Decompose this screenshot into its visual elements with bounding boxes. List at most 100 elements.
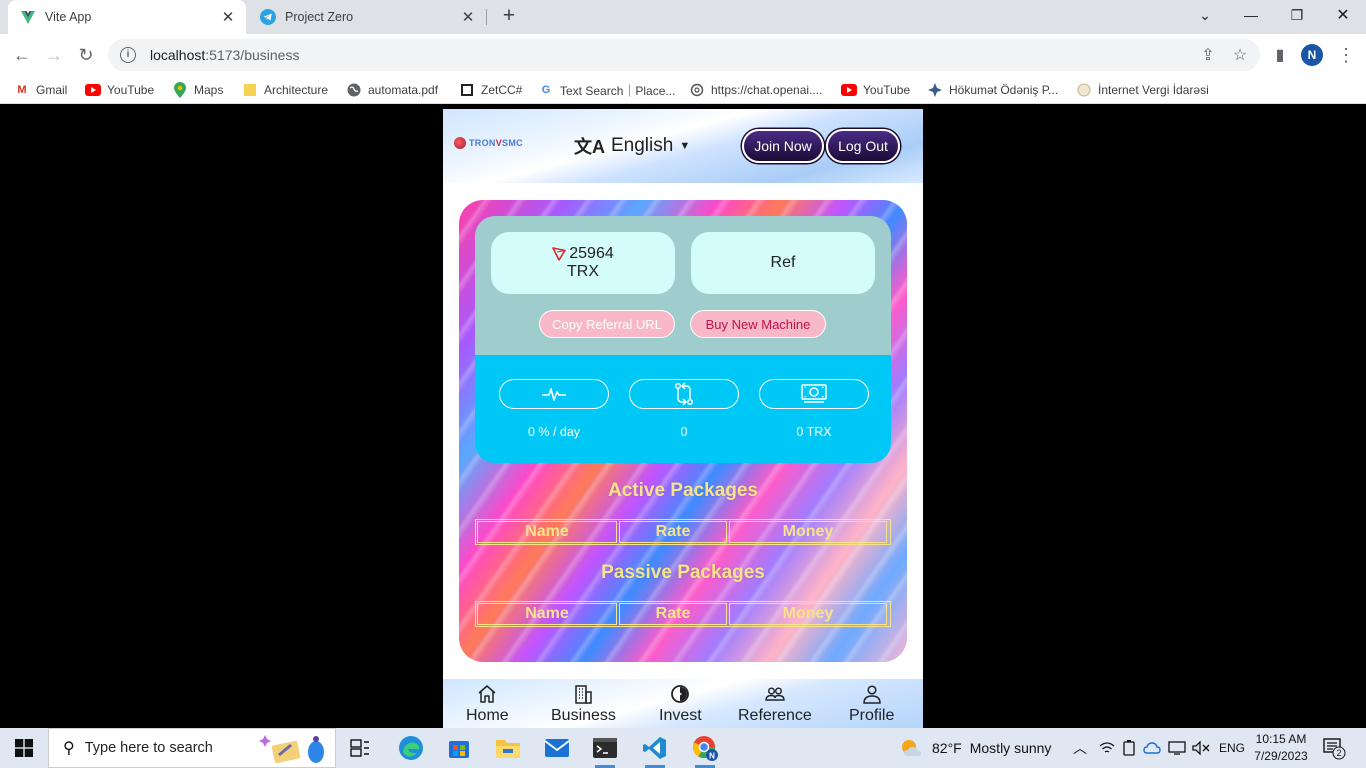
bookmark-maps[interactable]: Maps: [172, 80, 223, 100]
page-viewport: TRONVSMC 文A English ▼ Join Now Log Out 2…: [0, 109, 1366, 728]
copy-referral-url-button[interactable]: Copy Referral URL: [539, 310, 675, 338]
bookmark-hokumet[interactable]: Hökumət Ödəniş P...: [927, 80, 1058, 100]
input-language[interactable]: ENG: [1219, 728, 1245, 768]
money-metric-button[interactable]: [759, 379, 869, 409]
swap-value: 0: [680, 425, 688, 439]
gmail-icon: M: [17, 84, 27, 96]
restore-button[interactable]: ❐: [1274, 0, 1320, 30]
column-header-money: Money: [729, 521, 887, 543]
globe-icon: [346, 82, 362, 98]
column-header-name: Name: [477, 521, 617, 543]
nav-item-reference[interactable]: Reference: [738, 683, 812, 725]
file-explorer-icon[interactable]: [489, 732, 527, 764]
weather-widget[interactable]: 82°F Mostly sunny: [900, 728, 1051, 768]
notification-center-icon[interactable]: 2: [1322, 728, 1346, 768]
app-header: TRONVSMC 文A English ▼ Join Now Log Out: [443, 109, 923, 183]
earned-value: 0 TRX: [796, 425, 832, 439]
weather-temp: 82°F: [932, 740, 962, 756]
tab-title: Project Zero: [285, 10, 354, 24]
activity-metric-button[interactable]: [499, 379, 609, 409]
translate-icon: 文A: [574, 137, 605, 157]
bookmark-automata[interactable]: automata.pdf: [346, 80, 438, 100]
nav-item-invest[interactable]: Invest: [659, 683, 702, 725]
seal-icon: [1076, 82, 1092, 98]
weather-desc: Mostly sunny: [969, 740, 1052, 756]
bookmark-vergi[interactable]: İnternet Vergi İdarəsi: [1076, 80, 1209, 100]
invest-coin-icon: [671, 685, 690, 703]
log-out-button[interactable]: Log Out: [826, 129, 900, 163]
close-icon[interactable]: ✕: [460, 9, 476, 26]
edge-icon[interactable]: [392, 732, 430, 764]
tab-vite-app[interactable]: Vite App ✕: [8, 0, 246, 34]
share-icon[interactable]: ⇪: [1196, 43, 1220, 67]
chrome-icon[interactable]: N: [686, 732, 724, 768]
bookmark-zetcc[interactable]: ZetCC#: [459, 80, 522, 100]
bookmark-chat-openai[interactable]: https://chat.openai....: [689, 80, 822, 100]
bookmark-text-search[interactable]: G Text Search｜Place...: [538, 80, 676, 100]
forward-arrow-icon[interactable]: →: [42, 43, 66, 67]
windows-logo-icon: [15, 739, 33, 757]
nav-item-home[interactable]: Home: [466, 683, 509, 725]
swap-metric-button[interactable]: [629, 379, 739, 409]
kebab-menu-icon[interactable]: ⋮: [1334, 43, 1358, 67]
vite-icon: [20, 9, 36, 25]
bookmark-youtube[interactable]: YouTube: [85, 80, 154, 100]
mail-icon[interactable]: [538, 732, 576, 764]
volume-muted-icon[interactable]: [1192, 728, 1210, 768]
battery-icon[interactable]: [1122, 728, 1136, 768]
close-icon[interactable]: ✕: [220, 9, 236, 26]
side-panel-icon[interactable]: ▮: [1268, 43, 1292, 67]
join-now-button[interactable]: Join Now: [742, 129, 824, 163]
profile-avatar[interactable]: N: [1301, 44, 1323, 66]
new-tab-button[interactable]: +: [498, 5, 520, 27]
maps-pin-icon: [172, 82, 188, 98]
windows-start-button[interactable]: [0, 728, 48, 768]
clock-time: 10:15 AM: [1255, 732, 1307, 746]
terminal-icon[interactable]: [586, 732, 624, 768]
cash-icon: [801, 384, 827, 403]
tron-icon: [552, 247, 567, 261]
stats-panel: 25964 TRX Ref Copy Referral URL Buy New …: [475, 216, 891, 463]
column-header-name: Name: [477, 603, 617, 625]
square-page-icon: [459, 82, 475, 98]
buy-new-machine-button[interactable]: Buy New Machine: [690, 310, 826, 338]
bookmark-architecture[interactable]: Architecture: [242, 80, 328, 100]
bottom-nav: Home Business Invest Reference Profile: [443, 679, 923, 728]
task-view-icon[interactable]: [341, 732, 379, 764]
tronsmc-logo[interactable]: TRONVSMC: [454, 137, 523, 149]
building-icon: [575, 685, 593, 704]
cloud-sync-icon[interactable]: [1143, 728, 1161, 768]
language-selector[interactable]: 文A English ▼: [574, 133, 690, 159]
reload-icon[interactable]: ↻: [74, 43, 98, 67]
active-packages-title: Active Packages: [608, 480, 758, 501]
network-icon[interactable]: [1099, 728, 1115, 768]
user-icon: [862, 685, 881, 704]
bookmark-star-icon[interactable]: ☆: [1228, 43, 1252, 67]
google-icon: G: [541, 84, 551, 96]
balance-amount: 25964: [569, 245, 614, 262]
vscode-icon[interactable]: [636, 732, 674, 768]
display-icon[interactable]: [1168, 728, 1186, 768]
tab-search-chevron-icon[interactable]: ⌄: [1182, 0, 1228, 30]
site-info-icon[interactable]: i: [120, 47, 136, 63]
back-arrow-icon[interactable]: ←: [10, 43, 34, 67]
mobile-app: TRONVSMC 文A English ▼ Join Now Log Out 2…: [443, 109, 923, 728]
taskbar-search-box[interactable]: ⚲ Type here to search: [48, 728, 336, 768]
address-bar[interactable]: i localhost:5173/business: [108, 39, 1260, 71]
minimize-button[interactable]: —: [1228, 0, 1274, 30]
openai-icon: [689, 82, 705, 98]
clock[interactable]: 10:15 AM 7/29/2023: [1248, 731, 1314, 765]
column-header-rate: Rate: [619, 603, 727, 625]
tab-project-zero[interactable]: Project Zero ✕: [248, 0, 486, 34]
balance-unit: TRX: [567, 263, 599, 280]
nav-item-business[interactable]: Business: [551, 683, 616, 725]
store-icon[interactable]: [440, 732, 478, 764]
swap-arrows-icon: [674, 382, 694, 406]
show-hidden-icons-chevron-icon[interactable]: ︿: [1073, 728, 1087, 768]
window-close-button[interactable]: ✕: [1320, 0, 1366, 30]
youtube-icon: [85, 82, 101, 98]
nav-item-profile[interactable]: Profile: [849, 683, 894, 725]
bookmark-gmail[interactable]: M Gmail: [14, 80, 67, 100]
chevron-down-icon: ▼: [679, 140, 691, 152]
bookmark-youtube-2[interactable]: YouTube: [841, 80, 910, 100]
